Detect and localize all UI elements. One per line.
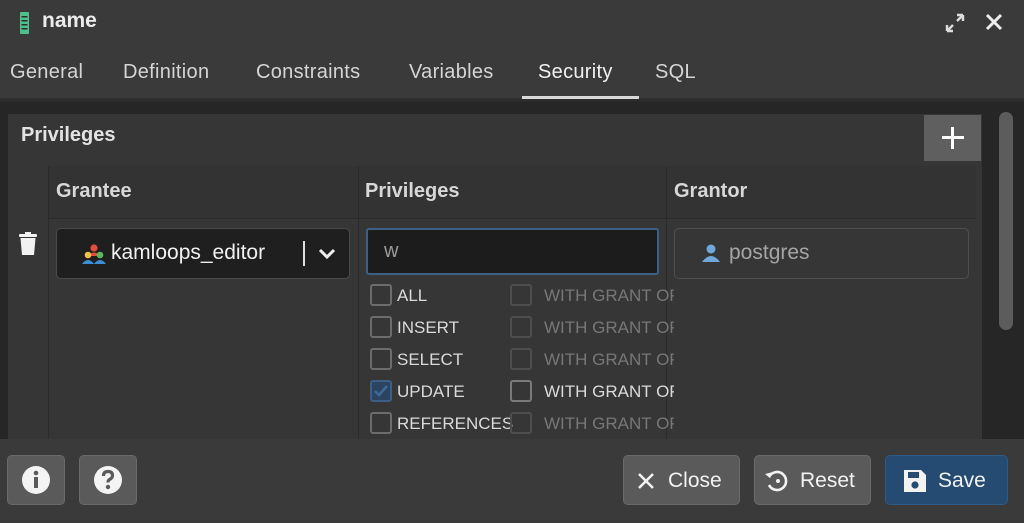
privilege-label-insert: INSERT	[397, 318, 460, 337]
column-header-grantee: Grantee	[56, 180, 132, 202]
help-button[interactable]	[79, 455, 137, 505]
grantee-select[interactable]: kamloops_editor	[56, 228, 350, 279]
dialog-footer: Close Reset Save	[0, 439, 1024, 523]
info-icon	[22, 466, 50, 494]
checkbox-select[interactable]	[370, 348, 392, 370]
privilege-search-input[interactable]: w	[366, 228, 659, 275]
checkbox-grant-references[interactable]	[510, 412, 532, 434]
grant-option-label: WITH GRANT OPTION	[544, 382, 674, 401]
privileges-grid-header	[48, 166, 976, 219]
checkbox-grant-all[interactable]	[510, 284, 532, 306]
info-button[interactable]	[7, 455, 65, 505]
floppy-disk-icon	[904, 470, 926, 492]
delete-row-icon[interactable]	[19, 232, 37, 256]
column-header-grantor: Grantor	[674, 180, 748, 202]
grid-divider	[48, 166, 49, 439]
privilege-label-references: REFERENCES	[397, 414, 514, 433]
reset-icon	[765, 470, 788, 492]
tab-security[interactable]: Security	[538, 61, 613, 84]
grantee-value: kamloops_editor	[111, 241, 266, 264]
checkbox-grant-update[interactable]	[510, 380, 532, 402]
vertical-scrollbar[interactable]	[999, 112, 1013, 330]
privilege-label-select: SELECT	[397, 350, 464, 369]
user-icon	[702, 244, 720, 262]
privileges-panel: Privileges Grantee Privileges Grantor ka…	[8, 114, 982, 439]
reset-button[interactable]: Reset	[754, 455, 871, 505]
checkbox-references[interactable]	[370, 412, 392, 434]
grant-option-clip: WITH GRANT OPTION	[544, 317, 674, 341]
tab-general[interactable]: General	[10, 61, 83, 84]
tab-sql[interactable]: SQL	[655, 61, 696, 84]
chevron-down-icon[interactable]	[317, 245, 337, 263]
grant-option-clip: WITH GRANT OPTION	[544, 349, 674, 373]
privileges-title: Privileges	[21, 124, 116, 146]
grant-option-label: WITH GRANT OPTION	[544, 286, 674, 305]
dialog-titlebar[interactable]: name	[0, 0, 1024, 44]
grant-option-label: WITH GRANT OPTION	[544, 414, 674, 433]
active-tab-indicator	[522, 96, 639, 99]
close-icon[interactable]	[984, 12, 1004, 32]
checkbox-all[interactable]	[370, 284, 392, 306]
save-button[interactable]: Save	[885, 455, 1008, 505]
checkbox-grant-insert[interactable]	[510, 316, 532, 338]
checkmark-icon	[374, 385, 388, 397]
column-icon	[20, 12, 29, 34]
grantor-field: postgres	[674, 228, 969, 279]
grantor-value: postgres	[729, 241, 810, 264]
close-button[interactable]: Close	[623, 455, 740, 505]
add-privilege-button[interactable]	[924, 115, 981, 161]
grant-option-label: WITH GRANT OPTION	[544, 318, 674, 337]
tab-constraints[interactable]: Constraints	[256, 61, 360, 84]
tab-bar: General Definition Constraints Variables…	[0, 44, 1024, 100]
checkbox-grant-select[interactable]	[510, 348, 532, 370]
grid-divider	[358, 166, 359, 439]
grant-option-clip: WITH GRANT OPTION	[544, 381, 674, 405]
dialog-title: name	[42, 9, 97, 32]
tab-definition[interactable]: Definition	[123, 61, 209, 84]
maximize-icon[interactable]	[944, 12, 966, 34]
column-header-privileges: Privileges	[365, 180, 460, 202]
grant-option-clip: WITH GRANT OPTION	[544, 285, 674, 309]
save-button-label: Save	[938, 469, 986, 492]
checkbox-update[interactable]	[370, 380, 392, 402]
grant-option-label: WITH GRANT OPTION	[544, 350, 674, 369]
tab-variables[interactable]: Variables	[409, 61, 494, 84]
privilege-search-value: w	[384, 240, 399, 262]
privilege-label-update: UPDATE	[397, 382, 465, 401]
select-separator	[303, 241, 305, 266]
close-icon	[638, 473, 654, 489]
checkbox-insert[interactable]	[370, 316, 392, 338]
help-icon	[94, 466, 122, 494]
privilege-label-all: ALL	[397, 286, 428, 305]
tab-content: Privileges Grantee Privileges Grantor ka…	[0, 102, 1024, 439]
grant-option-clip: WITH GRANT OPTION	[544, 413, 674, 437]
role-icon	[82, 244, 106, 264]
close-button-label: Close	[668, 469, 722, 492]
reset-button-label: Reset	[800, 469, 855, 492]
